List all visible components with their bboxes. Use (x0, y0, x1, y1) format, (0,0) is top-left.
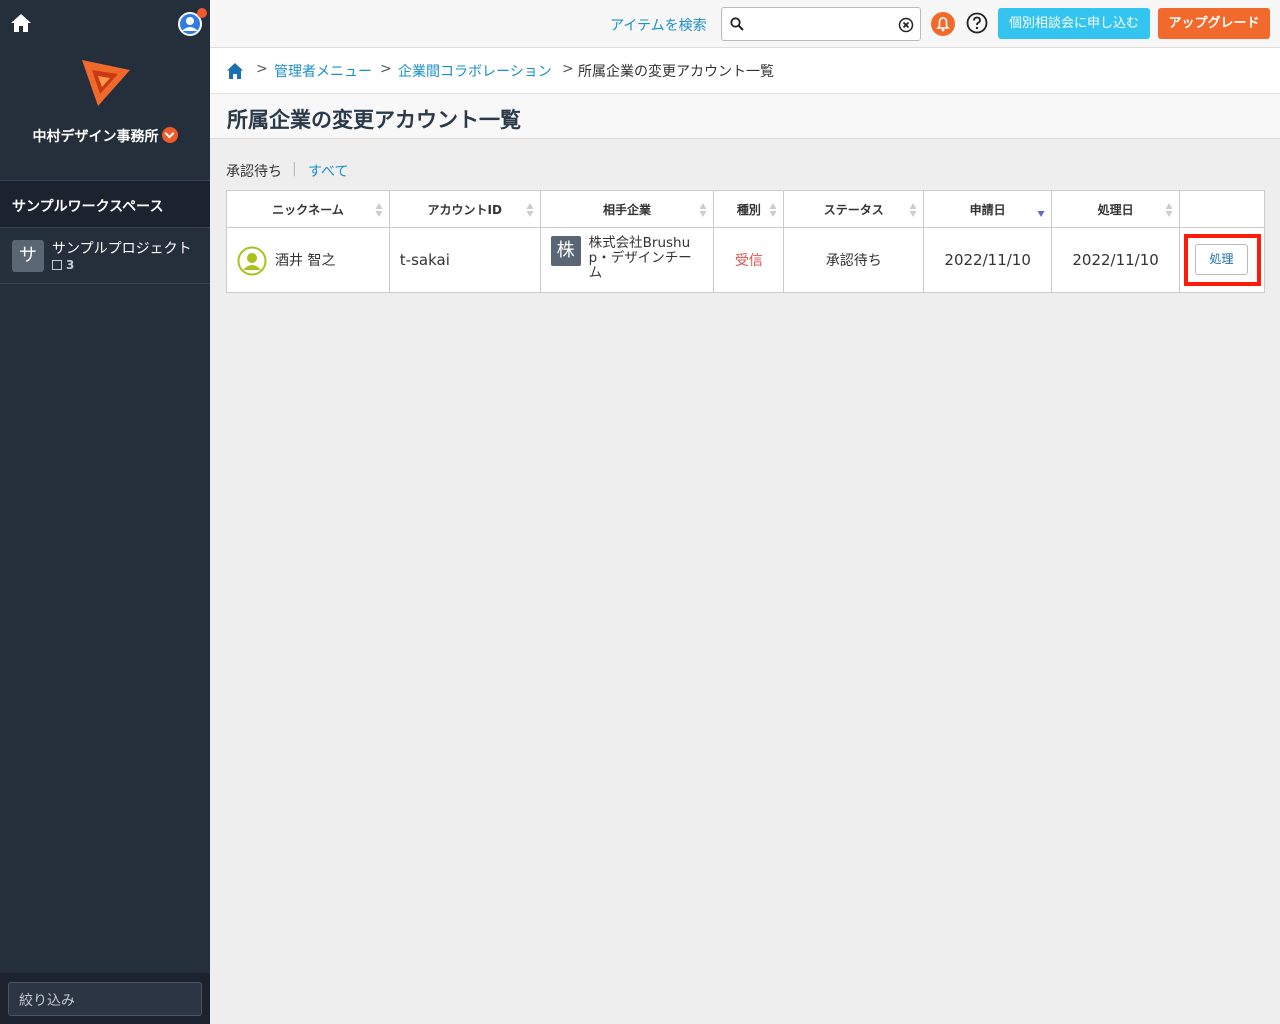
sort-icon (526, 203, 534, 217)
sort-icon (769, 203, 777, 217)
column-header-request-date[interactable]: 申請日 (923, 190, 1053, 228)
clear-icon[interactable] (898, 17, 914, 33)
user-avatar-icon (237, 246, 267, 276)
table-row: 酒井 智之 t-sakai 株 株式会社Brushup・デザインチーム 受信 承… (226, 227, 1265, 293)
tab-all[interactable]: すべて (308, 161, 348, 181)
cell-request-date: 2022/11/10 (923, 227, 1053, 293)
cell-type: 受信 (713, 227, 785, 293)
nickname-text: 酒井 智之 (275, 253, 336, 269)
filter-area: 絞り込み (0, 973, 210, 1024)
sort-icon (1165, 203, 1173, 217)
column-header-action (1179, 190, 1265, 228)
cell-status: 承認待ち (783, 227, 925, 293)
brushup-logo (82, 60, 130, 106)
tab-separator: | (292, 161, 297, 177)
help-icon[interactable] (966, 12, 988, 34)
project-item-count: 3 (52, 258, 74, 272)
page-title: 所属企業の変更アカウント一覧 (227, 108, 521, 132)
top-bar: アイテムを検索 個別相談会に申し込む アップグレード (210, 0, 1280, 48)
search-icon (730, 17, 744, 31)
sort-icon (909, 203, 917, 217)
table-header-row: ニックネーム アカウントID 相手企業 種別 ステータス 申請日 処理日 (226, 190, 1265, 228)
company-name: 株式会社Brushup・デザインチーム (588, 235, 692, 281)
column-header-account-id[interactable]: アカウントID (388, 190, 541, 228)
bell-icon[interactable] (930, 11, 956, 37)
sidebar: 中村デザイン事務所 サンプルワークスペース サ サンプルプロジェクト 3 絞り込… (0, 0, 210, 1024)
breadcrumb-collaboration[interactable]: 企業間コラボレーション (398, 61, 552, 81)
filter-input[interactable]: 絞り込み (8, 982, 202, 1016)
cell-partner-company: 株 株式会社Brushup・デザインチーム (539, 227, 715, 293)
organization-selector[interactable]: 中村デザイン事務所 (0, 126, 210, 146)
sort-icon (375, 203, 383, 217)
breadcrumb-separator: > (380, 61, 392, 77)
accounts-table: ニックネーム アカウントID 相手企業 種別 ステータス 申請日 処理日 酒井 … (226, 190, 1265, 293)
cell-nickname: 酒井 智之 (226, 227, 390, 293)
project-avatar: サ (12, 240, 44, 272)
breadcrumb-current: 所属企業の変更アカウント一覧 (578, 64, 774, 80)
breadcrumb-separator: > (256, 61, 268, 77)
cell-account-id: t-sakai (388, 227, 541, 293)
company-avatar: 株 (550, 236, 581, 266)
project-name: サンプルプロジェクト (52, 241, 192, 257)
column-header-status[interactable]: ステータス (783, 190, 925, 228)
upgrade-button[interactable]: アップグレード (1158, 8, 1270, 39)
notification-dot (197, 8, 207, 18)
sidebar-item-project[interactable]: サ サンプルプロジェクト 3 (0, 228, 210, 284)
column-header-processed-date[interactable]: 処理日 (1051, 190, 1181, 228)
breadcrumb: > 管理者メニュー > 企業間コラボレーション > 所属企業の変更アカウント一覧 (210, 48, 1280, 94)
search-input[interactable] (721, 7, 921, 41)
column-header-nickname[interactable]: ニックネーム (226, 190, 390, 228)
breadcrumb-admin-menu[interactable]: 管理者メニュー (274, 61, 372, 81)
home-icon[interactable] (10, 12, 32, 34)
title-bar: 所属企業の変更アカウント一覧 (210, 94, 1280, 139)
breadcrumb-separator: > (562, 61, 574, 77)
sort-desc-icon (1037, 211, 1045, 217)
consultation-button[interactable]: 個別相談会に申し込む (998, 8, 1150, 39)
search-label[interactable]: アイテムを検索 (610, 15, 707, 35)
workspace-title[interactable]: サンプルワークスペース (0, 180, 210, 228)
column-header-partner-company[interactable]: 相手企業 (539, 190, 715, 228)
cell-processed-date: 2022/11/10 (1051, 227, 1181, 293)
column-header-type[interactable]: 種別 (713, 190, 785, 228)
chevron-down-icon (161, 127, 178, 143)
process-button[interactable]: 処理 (1195, 244, 1249, 275)
checkbox-icon (52, 260, 62, 270)
sidebar-top (0, 0, 210, 48)
sort-icon (699, 203, 707, 217)
breadcrumb-home-icon[interactable] (226, 62, 244, 80)
organization-name: 中村デザイン事務所 (32, 129, 159, 145)
cell-action: 処理 (1179, 227, 1265, 293)
tab-pending[interactable]: 承認待ち (226, 161, 282, 181)
